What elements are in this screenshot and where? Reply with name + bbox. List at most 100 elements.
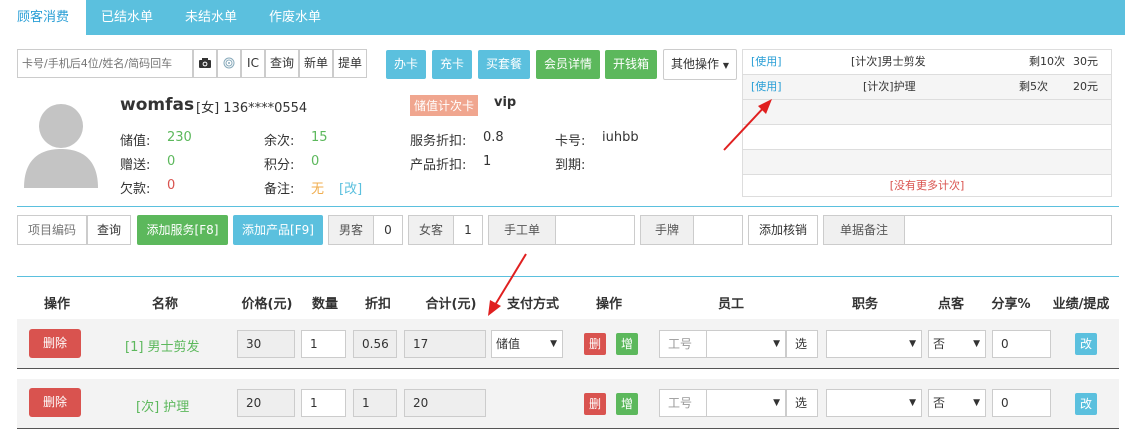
male-guest-count[interactable]: 0 <box>373 215 403 245</box>
annotation-arrow-icon <box>723 99 772 151</box>
camera-icon <box>199 58 211 68</box>
open-drawer-button[interactable]: 开钱箱 <box>605 50 657 79</box>
new-order-button[interactable]: 新单 <box>299 49 333 78</box>
discount-input[interactable]: 1 <box>353 389 397 417</box>
tab-settled-orders[interactable]: 已结水单 <box>86 0 168 35</box>
share-input[interactable]: 0 <box>992 330 1051 358</box>
camera-button[interactable] <box>193 49 217 78</box>
fingerprint-icon <box>223 57 235 69</box>
col-header: 价格(元) <box>241 297 293 312</box>
col-header: 业绩/提成 <box>1052 297 1110 312</box>
section-divider <box>17 206 1119 207</box>
points-value: 0 <box>311 154 320 169</box>
ic-card-button[interactable]: IC <box>241 49 265 78</box>
remark-edit-link[interactable]: [改] <box>339 178 362 197</box>
male-guest-label: 男客 <box>328 215 374 245</box>
add-writeoff-button[interactable]: 添加核销 <box>748 215 818 245</box>
add-staff-button[interactable]: 增 <box>616 333 638 355</box>
other-ops-dropdown[interactable]: 其他操作 ▼ <box>663 49 737 80</box>
points-label: 积分: <box>264 158 295 173</box>
remove-staff-button[interactable]: 删 <box>584 333 606 355</box>
price-input[interactable]: 20 <box>237 389 295 417</box>
caret-down-icon: ▼ <box>773 339 780 349</box>
total-input[interactable]: 20 <box>404 389 486 417</box>
package-price: 20元 <box>1073 80 1098 93</box>
package-name: [计次]男士剪发 <box>851 55 926 68</box>
qty-input[interactable]: 1 <box>301 389 346 417</box>
col-header: 数量 <box>311 297 338 312</box>
debt-label: 欠款: <box>120 182 151 197</box>
gift-label: 赠送: <box>120 158 151 173</box>
price-input[interactable]: 30 <box>237 330 295 358</box>
open-card-button[interactable]: 办卡 <box>386 50 426 79</box>
delete-row-button[interactable]: 删除 <box>29 388 81 417</box>
order-remark-input[interactable] <box>904 215 1112 245</box>
member-detail-button[interactable]: 会员详情 <box>536 50 600 79</box>
staff-select[interactable]: ▼ <box>706 389 786 417</box>
package-name: [计次]护理 <box>863 80 916 93</box>
buy-package-button[interactable]: 买套餐 <box>478 50 530 79</box>
col-header: 名称 <box>151 297 178 312</box>
tag-label: 手牌 <box>640 215 694 245</box>
pay-method-select[interactable]: 储值 ▼ <box>491 330 563 358</box>
debt-value: 0 <box>167 178 176 193</box>
tab-customer-consume[interactable]: 顾客消费 <box>0 0 86 35</box>
search-input[interactable] <box>18 50 192 77</box>
item-query-button[interactable]: 查询 <box>87 215 131 245</box>
add-product-button[interactable]: 添加产品[F9] <box>233 215 323 245</box>
item-name: [1] 男士剪发 <box>125 340 200 355</box>
position-select[interactable]: ▼ <box>826 330 922 358</box>
discount-input[interactable]: 0.56 <box>353 330 397 358</box>
caret-down-icon: ▼ <box>722 61 729 70</box>
col-header: 职务 <box>851 297 878 312</box>
pointed-select[interactable]: 否 ▼ <box>928 330 986 358</box>
total-input[interactable]: 17 <box>404 330 486 358</box>
item-code-input[interactable]: 项目编码 <box>17 215 87 245</box>
col-header: 操作 <box>43 297 70 312</box>
tab-unsettled-orders[interactable]: 未结水单 <box>170 0 252 35</box>
pick-staff-button[interactable]: 选 <box>786 330 818 358</box>
tab-bar: 顾客消费 已结水单 未结水单 作废水单 <box>0 0 1125 35</box>
package-price: 30元 <box>1073 55 1098 68</box>
service-discount-value: 0.8 <box>483 130 504 145</box>
customer-gender: [女] <box>196 101 220 116</box>
pointed-select[interactable]: 否 ▼ <box>928 389 986 417</box>
caret-down-icon: ▼ <box>550 339 557 349</box>
position-select[interactable]: ▼ <box>826 389 922 417</box>
add-service-button[interactable]: 添加服务[F8] <box>137 215 228 245</box>
staff-id-input[interactable]: 工号 <box>659 389 707 417</box>
package-remaining: 剩10次 <box>1029 55 1065 68</box>
package-panel: [使用] [计次]男士剪发 剩10次 30元 [使用] [计次]护理 剩5次 2… <box>742 49 1112 197</box>
remove-staff-button[interactable]: 删 <box>584 393 606 415</box>
fingerprint-button[interactable] <box>217 49 241 78</box>
use-package-link[interactable]: [使用] <box>751 50 782 74</box>
tag-input[interactable] <box>693 215 743 245</box>
caret-down-icon: ▼ <box>973 398 980 408</box>
card-no-value: iuhbb <box>602 130 639 145</box>
staff-id-input[interactable]: 工号 <box>659 330 707 358</box>
manual-order-input[interactable] <box>555 215 635 245</box>
add-staff-button[interactable]: 增 <box>616 393 638 415</box>
query-button[interactable]: 查询 <box>265 49 299 78</box>
staff-select[interactable]: ▼ <box>706 330 786 358</box>
tab-voided-orders[interactable]: 作废水单 <box>254 0 336 35</box>
card-no-label: 卡号: <box>555 134 586 149</box>
stored-value: 230 <box>167 130 192 145</box>
qty-input[interactable]: 1 <box>301 330 346 358</box>
pick-staff-button[interactable]: 选 <box>786 389 818 417</box>
package-empty-row <box>743 150 1111 175</box>
edit-commission-button[interactable]: 改 <box>1075 333 1097 355</box>
order-remark-label: 单据备注 <box>823 215 905 245</box>
fetch-order-button[interactable]: 提单 <box>333 49 367 78</box>
package-row: [使用] [计次]护理 剩5次 20元 <box>743 75 1111 100</box>
times-value: 15 <box>311 130 328 145</box>
product-discount-label: 产品折扣: <box>410 158 467 173</box>
caret-down-icon: ▼ <box>909 339 916 349</box>
pointed-value: 否 <box>933 337 946 351</box>
pointed-value: 否 <box>933 396 946 410</box>
recharge-button[interactable]: 充卡 <box>432 50 472 79</box>
delete-row-button[interactable]: 删除 <box>29 329 81 358</box>
edit-commission-button[interactable]: 改 <box>1075 393 1097 415</box>
share-input[interactable]: 0 <box>992 389 1051 417</box>
female-guest-count[interactable]: 1 <box>453 215 483 245</box>
